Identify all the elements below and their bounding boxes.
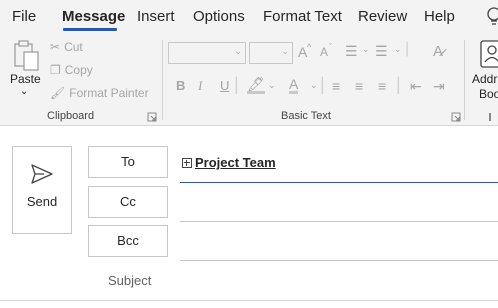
basic-text-launcher-icon[interactable] <box>451 112 461 122</box>
lightbulb-icon[interactable] <box>484 6 498 28</box>
to-field-underline <box>180 182 498 183</box>
cut-button[interactable]: ✂ Cut <box>50 40 83 54</box>
underline-button[interactable]: U <box>220 78 229 93</box>
shrink-font-arrow-icon: ˇ <box>329 42 332 52</box>
tab-format-text[interactable]: Format Text <box>263 8 342 25</box>
bcc-button[interactable]: Bcc <box>88 225 168 257</box>
tab-review[interactable]: Review <box>358 8 407 25</box>
align-center-icon[interactable]: ≡ <box>355 78 363 94</box>
divider-icon: | <box>234 74 239 94</box>
format-painter-label: Format Painter <box>69 86 149 100</box>
cc-button[interactable]: Cc <box>88 186 168 218</box>
font-size-combo[interactable]: ⌄ <box>249 42 293 64</box>
increase-indent-icon[interactable]: ⇥ <box>433 78 445 95</box>
bold-button[interactable]: B <box>176 78 185 93</box>
names-group-label-icon <box>489 113 491 121</box>
address-book-label-line2: Boo <box>479 87 498 101</box>
clear-formatting-icon[interactable]: A̷ <box>433 43 443 60</box>
send-label: Send <box>26 194 58 209</box>
copy-button[interactable]: ❐ Copy <box>50 63 93 77</box>
chevron-down-icon: ⌄ <box>20 86 29 97</box>
paste-label: Paste <box>10 72 41 86</box>
tab-file[interactable]: File <box>12 8 36 25</box>
clipboard-group-label: Clipboard <box>47 110 95 122</box>
to-button[interactable]: To <box>88 146 168 178</box>
subject-label: Subject <box>108 273 152 288</box>
ribbon: Paste ⌄ ✂ Cut ❐ Copy 🖌 Format Painter Cl… <box>0 34 498 126</box>
tab-help[interactable]: Help <box>424 8 455 25</box>
italic-button[interactable]: I <box>198 78 202 94</box>
address-book-label-line1: Addr <box>472 72 498 86</box>
ribbon-tab-bar: File Message Insert Options Format Text … <box>0 0 498 34</box>
copy-label: Copy <box>64 63 93 77</box>
active-tab-indicator <box>63 28 117 31</box>
divider-icon: | <box>396 74 401 94</box>
group-divider <box>162 40 163 120</box>
chevron-down-icon: ⌄ <box>281 46 289 56</box>
decrease-indent-icon[interactable]: ⇤ <box>410 78 422 95</box>
chevron-down-icon[interactable]: ⌄ <box>362 44 370 55</box>
clipboard-launcher-icon[interactable] <box>147 112 157 122</box>
group-divider <box>464 40 465 120</box>
font-name-combo[interactable]: ⌄ <box>168 42 246 64</box>
shrink-font-button[interactable]: A <box>320 45 328 59</box>
expand-group-icon[interactable] <box>182 157 192 168</box>
chevron-down-icon[interactable]: ⌄ <box>394 44 402 55</box>
paste-icon <box>14 40 39 71</box>
chevron-down-icon[interactable]: ⌄ <box>268 80 276 91</box>
scissors-icon: ✂ <box>50 40 61 54</box>
tab-insert[interactable]: Insert <box>137 8 175 25</box>
divider-icon: | <box>405 40 410 57</box>
highlight-icon[interactable]: 🖊 <box>247 77 265 94</box>
grow-font-arrow-icon: ^ <box>307 42 312 52</box>
bcc-field[interactable] <box>180 260 498 261</box>
copy-icon: ❐ <box>50 63 61 77</box>
font-color-button[interactable]: A <box>289 77 299 94</box>
bullets-icon[interactable]: ☰ <box>345 43 358 60</box>
format-painter-button[interactable]: 🖌 Format Painter <box>50 86 149 100</box>
chevron-down-icon: ⌄ <box>234 46 242 56</box>
address-book-icon <box>480 40 498 68</box>
numbering-icon[interactable]: ☰ <box>375 43 388 60</box>
align-right-icon[interactable]: ≡ <box>378 78 386 94</box>
send-button[interactable]: Send <box>12 146 72 234</box>
tab-message[interactable]: Message <box>62 8 125 25</box>
recipient-chip[interactable]: Project Team <box>182 155 276 170</box>
divider-icon: | <box>320 74 325 94</box>
brush-icon: 🖌 <box>50 86 66 100</box>
cut-label: Cut <box>64 40 83 54</box>
tab-options[interactable]: Options <box>193 8 245 25</box>
cc-field[interactable] <box>180 221 498 222</box>
basic-text-group-label: Basic Text <box>281 110 331 122</box>
align-left-icon[interactable]: ≡ <box>332 78 340 94</box>
grow-font-button[interactable]: A <box>298 44 307 60</box>
chevron-down-icon[interactable]: ⌄ <box>310 80 318 91</box>
subject-field-underline[interactable] <box>0 300 498 301</box>
send-icon <box>31 164 53 184</box>
recipient-name: Project Team <box>195 155 276 170</box>
